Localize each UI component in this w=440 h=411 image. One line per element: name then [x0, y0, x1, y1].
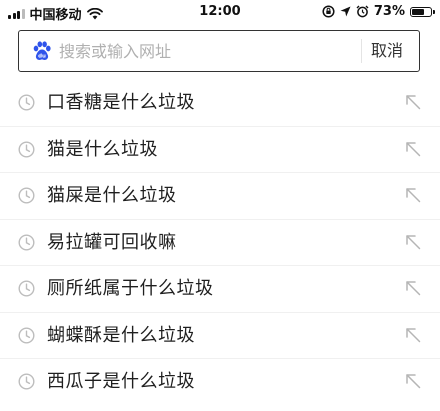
history-item-label: 西瓜子是什么垃圾: [47, 371, 195, 392]
clock-icon: [18, 326, 35, 344]
fill-arrow-icon[interactable]: [404, 326, 422, 344]
location-icon: [340, 6, 351, 17]
alarm-icon: [356, 5, 369, 18]
history-item[interactable]: 口香糖是什么垃圾: [0, 80, 440, 127]
baidu-paw-icon: du: [33, 41, 51, 60]
history-item[interactable]: 易拉罐可回收嘛: [0, 220, 440, 266]
fill-arrow-icon[interactable]: [404, 372, 422, 390]
fill-arrow-icon[interactable]: [404, 233, 422, 251]
clock-icon: [18, 140, 35, 158]
history-item-label: 厕所纸属于什么垃圾: [47, 278, 214, 299]
fill-arrow-icon[interactable]: [404, 140, 422, 158]
search-input[interactable]: [59, 39, 359, 63]
history-item-label: 猫是什么垃圾: [47, 138, 158, 160]
cancel-button[interactable]: 取消: [371, 39, 403, 63]
battery-icon: [410, 6, 435, 17]
history-item[interactable]: 猫是什么垃圾: [0, 127, 440, 173]
fill-arrow-icon[interactable]: [404, 93, 422, 111]
history-item-label: 蝴蝶酥是什么垃圾: [47, 324, 195, 346]
history-item-label: 猫屎是什么垃圾: [47, 185, 177, 206]
search-history-list: 口香糖是什么垃圾 猫是什么垃圾 猫屎是什么垃圾 易拉罐可回收嘛 厕所纸属于什么垃…: [0, 80, 440, 406]
clock-icon: [18, 373, 35, 390]
fill-arrow-icon[interactable]: [404, 186, 422, 204]
history-item[interactable]: 蝴蝶酥是什么垃圾: [0, 313, 440, 359]
status-bar: 中国移动 12:00 73%: [0, 0, 440, 24]
battery-fill: [412, 8, 425, 15]
fill-arrow-icon[interactable]: [404, 279, 422, 297]
search-divider: [361, 39, 362, 63]
svg-text:du: du: [38, 54, 46, 60]
history-item[interactable]: 猫屎是什么垃圾: [0, 173, 440, 220]
search-bar[interactable]: du 取消: [18, 30, 420, 72]
clock-icon: [18, 187, 35, 204]
clock-icon: [18, 233, 35, 251]
clock-icon: [18, 94, 35, 111]
battery-percent: 73%: [373, 4, 405, 19]
clock-icon: [18, 280, 35, 297]
status-right: 73%: [322, 4, 435, 19]
orientation-lock-icon: [322, 5, 335, 18]
history-item[interactable]: 厕所纸属于什么垃圾: [0, 266, 440, 313]
history-item-label: 口香糖是什么垃圾: [47, 92, 195, 113]
history-item-label: 易拉罐可回收嘛: [47, 231, 177, 253]
history-item[interactable]: 西瓜子是什么垃圾: [0, 359, 440, 406]
